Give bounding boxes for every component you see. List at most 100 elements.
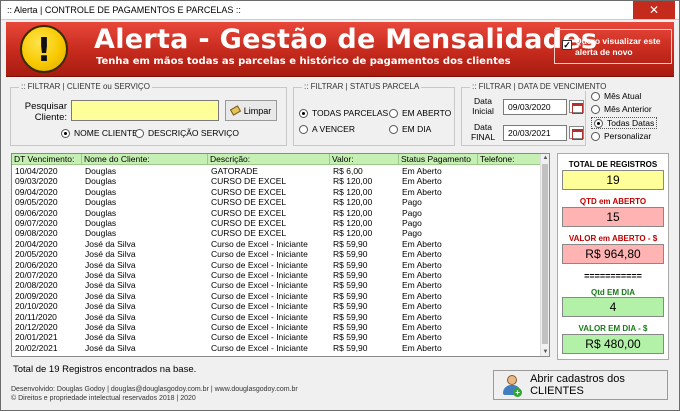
table-row[interactable]: 09/03/2020 Douglas CURSO DE EXCEL R$ 120,00…: [12, 176, 542, 186]
radio-dot: [594, 118, 603, 128]
radio-a-vencer[interactable]: A VENCER: [299, 124, 355, 134]
show-alert-option[interactable]: ✓ Quero visualizar este alerta de novo: [554, 29, 672, 64]
radio-todas-datas[interactable]: Todas Datas: [591, 117, 658, 129]
table-row[interactable]: 20/12/2020 José da Silva Curso de Excel - …: [12, 322, 542, 332]
table-cell: Curso de Excel - Iniciante: [211, 332, 308, 343]
radio-label: Personalizar: [604, 131, 652, 141]
table-row[interactable]: 20/08/2020 José da Silva Curso de Excel - …: [12, 280, 542, 290]
table-cell: R$ 59,90: [333, 301, 368, 312]
clear-button[interactable]: Limpar: [225, 100, 277, 121]
table-cell: Curso de Excel - Iniciante: [211, 238, 308, 249]
eraser-icon: [229, 105, 241, 116]
window-title: :: Alerta | CONTROLE DE PAGAMENTOS E PAR…: [7, 5, 241, 15]
start-date-label: Data Inicial: [472, 96, 494, 116]
installments-table[interactable]: DT Vencimento: Nome do Cliente: Descrição:…: [11, 153, 550, 357]
table-row[interactable]: 20/07/2020 José da Silva Curso de Excel - …: [12, 270, 542, 280]
table-cell: 20/11/2020: [15, 311, 57, 322]
table-row[interactable]: 20/04/2020 José da Silva Curso de Excel - …: [12, 239, 542, 249]
column-header[interactable]: Valor:: [330, 154, 399, 165]
close-button[interactable]: ✕: [633, 1, 675, 19]
radio-mes-anterior[interactable]: Mês Anterior: [591, 104, 652, 114]
radio-personalizar[interactable]: Personalizar: [591, 131, 651, 141]
table-cell: 09/05/2020: [15, 197, 58, 208]
table-cell: José da Silva: [85, 301, 136, 312]
table-cell: Em Aberto: [402, 322, 442, 332]
table-row[interactable]: 09/06/2020 Douglas CURSO DE EXCEL R$ 120,00…: [12, 208, 542, 218]
open-count-label: QTD em ABERTO: [579, 197, 647, 206]
table-cell: R$ 120,00: [333, 218, 373, 228]
table-row[interactable]: 20/10/2020 José da Silva Curso de Excel - …: [12, 301, 542, 311]
table-cell: Em Aberto: [402, 186, 442, 197]
table-row[interactable]: 20/02/2021 José da Silva Curso de Excel - …: [12, 343, 542, 353]
table-row[interactable]: 20/11/2020 José da Silva Curso de Excel - …: [12, 312, 542, 322]
radio-label: DESCRIÇÃO SERVIÇO: [148, 128, 240, 138]
radio-mes-atual[interactable]: Mês Atual: [591, 91, 641, 101]
table-cell: 09/07/2020: [15, 218, 58, 228]
table-row[interactable]: 20/05/2020 José da Silva Curso de Excel - …: [12, 249, 542, 259]
radio-em-dia[interactable]: EM DIA: [389, 124, 431, 134]
table-cell: José da Silva: [85, 259, 136, 270]
column-header[interactable]: Status Pagamento: [399, 154, 478, 165]
table-row[interactable]: 09/08/2020 Douglas CURSO DE EXCEL R$ 120,00…: [12, 228, 542, 238]
end-date-label: Data FINAL: [470, 122, 496, 142]
table-cell: Douglas: [85, 166, 117, 176]
table-cell: Em Aberto: [402, 290, 442, 301]
table-cell: R$ 59,90: [333, 322, 368, 332]
column-header[interactable]: Telefone:: [478, 154, 542, 165]
radio-descricao-servico[interactable]: DESCRIÇÃO SERVIÇO: [135, 128, 239, 138]
end-date-calendar-icon[interactable]: [569, 126, 584, 140]
show-alert-label: Quero visualizar este alerta de novo: [575, 36, 661, 57]
table-cell: Douglas: [85, 176, 117, 187]
scroll-up-icon[interactable]: ▲: [542, 154, 549, 162]
scroll-thumb[interactable]: [542, 164, 548, 344]
open-value-label: VALOR em ABERTO - $: [568, 234, 658, 243]
table-row[interactable]: 09/04/2020 Douglas CURSO DE EXCEL R$ 120,00…: [12, 187, 542, 197]
show-alert-checkbox[interactable]: ✓: [562, 40, 572, 50]
radio-dot: [299, 108, 308, 118]
table-cell: 09/04/2020: [15, 186, 58, 197]
table-cell: Douglas: [85, 207, 117, 218]
table-cell: Curso de Excel - Iniciante: [211, 342, 308, 353]
start-date-input[interactable]: 09/03/2020: [503, 99, 567, 115]
table-row[interactable]: 20/09/2020 José da Silva Curso de Excel - …: [12, 291, 542, 301]
table-cell: R$ 120,00: [333, 228, 373, 239]
radio-label: NOME CLIENTE: [74, 128, 138, 138]
table-cell: R$ 59,90: [333, 342, 368, 353]
column-header[interactable]: DT Vencimento:: [12, 154, 82, 165]
table-row[interactable]: 09/07/2020 Douglas CURSO DE EXCEL R$ 120,00…: [12, 218, 542, 228]
client-filter-legend: :: FILTRAR | CLIENTE ou SERVIÇO: [19, 82, 152, 91]
warning-icon: !: [20, 25, 68, 73]
column-header[interactable]: Nome do Cliente:: [82, 154, 208, 165]
app-window: :: Alerta | CONTROLE DE PAGAMENTOS E PAR…: [0, 0, 680, 411]
open-clients-button[interactable]: + Abrir cadastros dos CLIENTES: [493, 370, 668, 400]
table-cell: Curso de Excel - Iniciante: [211, 290, 308, 301]
radio-em-aberto[interactable]: EM ABERTO: [389, 108, 451, 118]
scroll-down-icon[interactable]: ▼: [542, 348, 549, 356]
records-summary: Total de 19 Registros encontrados na bas…: [13, 364, 197, 375]
search-input[interactable]: [71, 100, 219, 121]
end-date-input[interactable]: 20/03/2021: [503, 125, 567, 141]
table-cell: José da Silva: [85, 249, 136, 260]
table-row[interactable]: 09/05/2020 Douglas CURSO DE EXCEL R$ 120,00…: [12, 197, 542, 207]
table-cell: José da Silva: [85, 270, 136, 280]
start-date-calendar-icon[interactable]: [569, 100, 584, 114]
table-cell: Em Aberto: [402, 270, 442, 280]
vertical-scrollbar[interactable]: ▲ ▼: [540, 154, 549, 356]
table-cell: 09/06/2020: [15, 207, 58, 218]
table-cell: José da Silva: [85, 311, 136, 322]
table-row[interactable]: 10/04/2020 Douglas GATORADE R$ 6,00 Em Abert…: [12, 166, 542, 176]
table-cell: 09/03/2020: [15, 176, 58, 187]
table-cell: Curso de Excel - Iniciante: [211, 280, 308, 291]
radio-dot: [591, 104, 600, 114]
table-cell: 20/04/2020: [15, 238, 58, 249]
user-add-icon: +: [502, 375, 523, 397]
table-cell: CURSO DE EXCEL: [211, 186, 287, 197]
table-row[interactable]: 20/01/2021 José da Silva Curso de Excel - …: [12, 332, 542, 342]
table-row[interactable]: 20/06/2020 José da Silva Curso de Excel - …: [12, 260, 542, 270]
radio-nome-cliente[interactable]: NOME CLIENTE: [61, 128, 138, 138]
ok-value: R$ 480,00: [562, 334, 664, 354]
table-cell: José da Silva: [85, 280, 136, 291]
radio-todas-parcelas[interactable]: TODAS PARCELAS: [299, 108, 388, 118]
table-cell: CURSO DE EXCEL: [211, 218, 287, 228]
column-header[interactable]: Descrição:: [208, 154, 330, 165]
